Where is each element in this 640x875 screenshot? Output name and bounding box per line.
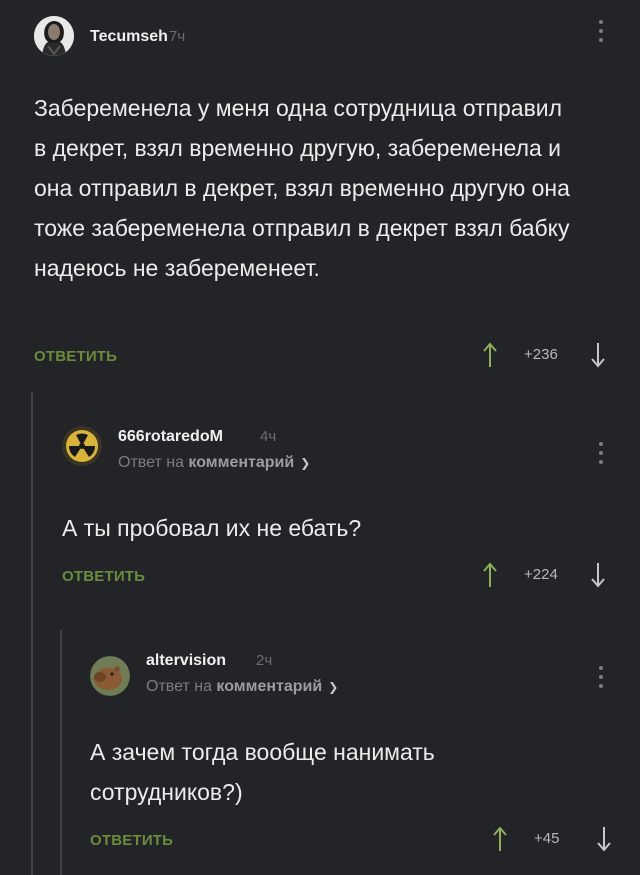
radiation-hazard-avatar[interactable] — [62, 426, 102, 466]
upvote-arrow-icon[interactable] — [482, 562, 498, 588]
vote-controls: +224 — [482, 562, 622, 588]
comment-text: А зачем тогда вообще нанимать сотруднико… — [90, 739, 435, 805]
downvote-arrow-icon[interactable] — [590, 342, 606, 368]
downvote-arrow-icon[interactable] — [596, 826, 612, 852]
username[interactable]: Tecumseh — [90, 28, 168, 46]
score: +45 — [534, 830, 560, 847]
reply-button[interactable]: ОТВЕТИТЬ — [90, 832, 173, 849]
reply-context[interactable]: Ответ на комментарий ❯ — [146, 678, 338, 696]
comment-header: 666rotaredoM 4ч Ответ на комментарий ❯ — [62, 416, 614, 480]
timestamp: 2ч — [256, 652, 273, 669]
score: +236 — [524, 346, 558, 363]
vote-controls: +236 — [482, 342, 622, 368]
comment-3: altervision 2ч Ответ на комментарий ❯ А з… — [90, 640, 614, 860]
capybara-avatar[interactable] — [90, 656, 130, 696]
comment-text: Забеременела у меня одна сотрудница отпр… — [34, 95, 570, 281]
reply-button[interactable]: ОТВЕТИТЬ — [34, 348, 117, 365]
thread-line — [31, 392, 33, 875]
chevron-down-icon[interactable]: ❯ — [328, 680, 338, 694]
upvote-arrow-icon[interactable] — [492, 826, 508, 852]
reply-button[interactable]: ОТВЕТИТЬ — [62, 568, 145, 585]
vote-controls: +45 — [492, 826, 614, 852]
chevron-down-icon[interactable]: ❯ — [300, 456, 310, 470]
reply-prefix: Ответ на — [118, 454, 184, 471]
comment-text: А ты пробовал их не ебать? — [62, 515, 362, 541]
timestamp: 4ч — [260, 428, 277, 445]
reply-prefix: Ответ на — [146, 678, 212, 695]
man-portrait-avatar[interactable] — [34, 16, 74, 56]
username[interactable]: altervision — [146, 652, 226, 670]
comment-header: altervision 2ч Ответ на комментарий ❯ — [90, 640, 614, 704]
more-options-icon[interactable] — [598, 442, 604, 469]
reply-target-link[interactable]: комментарий — [216, 678, 322, 695]
comment-2: 666rotaredoM 4ч Ответ на комментарий ❯ А … — [62, 416, 614, 596]
downvote-arrow-icon[interactable] — [590, 562, 606, 588]
timestamp: 7ч — [169, 28, 186, 45]
score: +224 — [524, 566, 558, 583]
thread-line — [60, 630, 62, 875]
reply-target-link[interactable]: комментарий — [188, 454, 294, 471]
reply-context[interactable]: Ответ на комментарий ❯ — [118, 454, 310, 472]
comment-header: Tecumseh 7ч — [34, 16, 614, 56]
upvote-arrow-icon[interactable] — [482, 342, 498, 368]
comment-1: Tecumseh 7ч Забеременела у меня одна сот… — [34, 16, 614, 376]
more-options-icon[interactable] — [598, 666, 604, 693]
more-options-icon[interactable] — [598, 20, 604, 47]
username[interactable]: 666rotaredoM — [118, 428, 223, 446]
comment-thread: Tecumseh 7ч Забеременела у меня одна сот… — [0, 0, 640, 875]
